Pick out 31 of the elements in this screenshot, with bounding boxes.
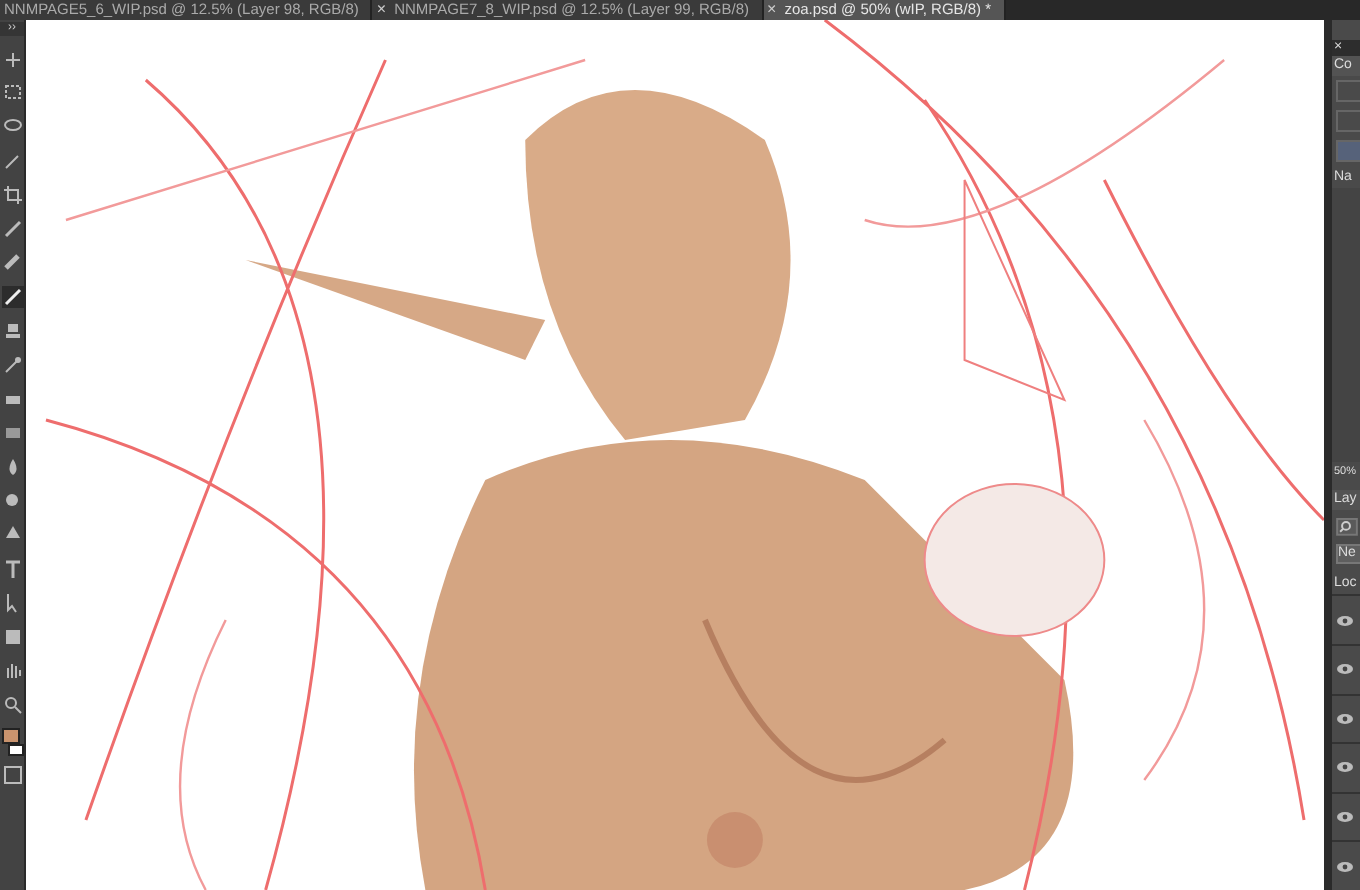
swatch-row[interactable] xyxy=(1336,80,1360,102)
search-icon[interactable] xyxy=(1336,518,1358,537)
stamp-icon xyxy=(1,320,23,342)
background-color-swatch[interactable] xyxy=(7,744,23,756)
eye-icon[interactable] xyxy=(1336,613,1354,628)
tool-button[interactable] xyxy=(1,82,23,104)
foreground-color-swatch[interactable] xyxy=(1,728,19,744)
rectangle-icon xyxy=(1,626,23,648)
tool-button[interactable] xyxy=(1,320,23,342)
move-icon xyxy=(1,48,23,70)
tool-button[interactable] xyxy=(1,48,23,70)
eye-icon[interactable] xyxy=(1336,711,1354,726)
circle-icon xyxy=(1,490,23,512)
swatch-row[interactable] xyxy=(1336,109,1360,132)
crop-icon xyxy=(1,184,23,206)
mask-icon[interactable] xyxy=(3,766,21,784)
eye-icon[interactable] xyxy=(1336,810,1354,825)
eye-icon[interactable] xyxy=(1336,760,1354,775)
marquee-icon xyxy=(1,82,23,104)
tool-button[interactable] xyxy=(1,558,23,580)
close-icon[interactable]: × xyxy=(376,0,387,20)
eye-icon[interactable] xyxy=(1336,662,1354,677)
zoom-icon xyxy=(1,694,23,716)
eye-icon[interactable] xyxy=(1336,859,1354,874)
tool-button[interactable] xyxy=(1,184,23,206)
tool-button[interactable] xyxy=(1,694,23,716)
swatch-row[interactable] xyxy=(1336,139,1360,162)
close-icon[interactable]: × xyxy=(767,0,777,20)
tool-button[interactable] xyxy=(1,626,23,648)
tool-button[interactable] xyxy=(1,490,23,512)
type-icon xyxy=(1,558,23,580)
